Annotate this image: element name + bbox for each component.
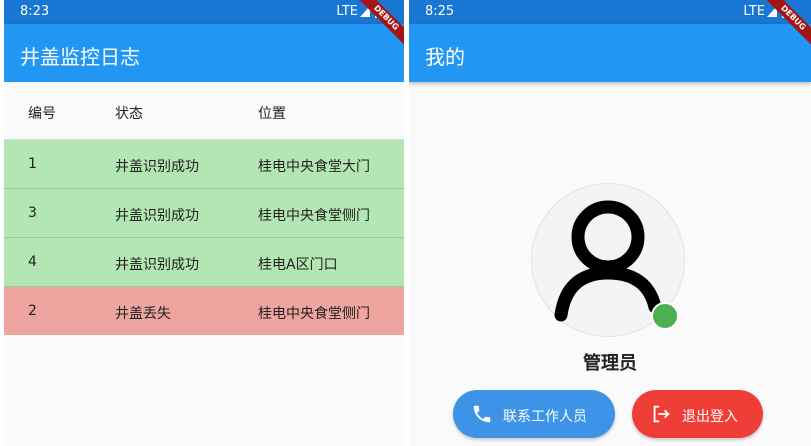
contact-staff-label: 联系工作人员 [503, 409, 587, 425]
row-id: 2 [28, 303, 37, 319]
log-table: 编号 状态 位置 1 井盖识别成功 桂电中央食堂大门 3 井盖识别成功 桂电中央… [4, 82, 404, 335]
table-header: 编号 状态 位置 [4, 82, 404, 140]
user-name: 管理员 [583, 353, 637, 374]
row-status: 井盖识别成功 [115, 257, 199, 273]
row-location: 桂电中央食堂侧门 [258, 306, 370, 322]
status-time: 8:25 [425, 4, 455, 19]
phone-icon [473, 405, 491, 423]
network-label: LTE [336, 4, 358, 19]
logout-icon [653, 405, 670, 423]
row-status: 井盖识别成功 [115, 159, 199, 175]
signal-icon [360, 6, 370, 17]
header-location: 位置 [258, 106, 286, 122]
row-status: 井盖丢失 [115, 306, 171, 322]
network-label: LTE [743, 4, 765, 19]
row-status: 井盖识别成功 [115, 208, 199, 224]
row-id: 1 [28, 156, 37, 172]
log-screen: 8:23 LTE 井盖监控日志 DEBUG 编号 状态 位置 1 井盖识别成功 … [4, 0, 404, 446]
table-row[interactable]: 1 井盖识别成功 桂电中央食堂大门 [4, 140, 404, 189]
row-location: 桂电中央食堂侧门 [258, 208, 370, 224]
contact-staff-button[interactable]: 联系工作人员 [453, 390, 615, 438]
avatar[interactable] [531, 183, 685, 337]
page-title: 我的 [425, 45, 465, 69]
row-id: 3 [28, 205, 37, 221]
profile-screen: 8:25 LTE 我的 DEBUG 管理员 联系工作人员 退出登入 [409, 0, 811, 446]
app-bar: 井盖监控日志 [4, 24, 404, 82]
status-time: 8:23 [20, 4, 50, 19]
logout-button[interactable]: 退出登入 [632, 390, 763, 438]
status-bar: 8:23 LTE [4, 0, 404, 24]
battery-icon [375, 5, 382, 18]
app-bar: 我的 [409, 24, 811, 82]
logout-label: 退出登入 [682, 409, 738, 425]
header-status: 状态 [115, 106, 143, 122]
row-location: 桂电A区门口 [258, 257, 338, 273]
signal-icon [767, 6, 777, 17]
status-bar: 8:25 LTE [409, 0, 811, 24]
battery-icon [782, 5, 789, 18]
table-row[interactable]: 2 井盖丢失 桂电中央食堂侧门 [4, 287, 404, 335]
table-row[interactable]: 4 井盖识别成功 桂电A区门口 [4, 238, 404, 287]
online-status-dot [651, 302, 679, 330]
table-row[interactable]: 3 井盖识别成功 桂电中央食堂侧门 [4, 189, 404, 238]
row-id: 4 [28, 254, 37, 270]
row-location: 桂电中央食堂大门 [258, 159, 370, 175]
header-id: 编号 [28, 106, 56, 122]
page-title: 井盖监控日志 [20, 45, 140, 69]
